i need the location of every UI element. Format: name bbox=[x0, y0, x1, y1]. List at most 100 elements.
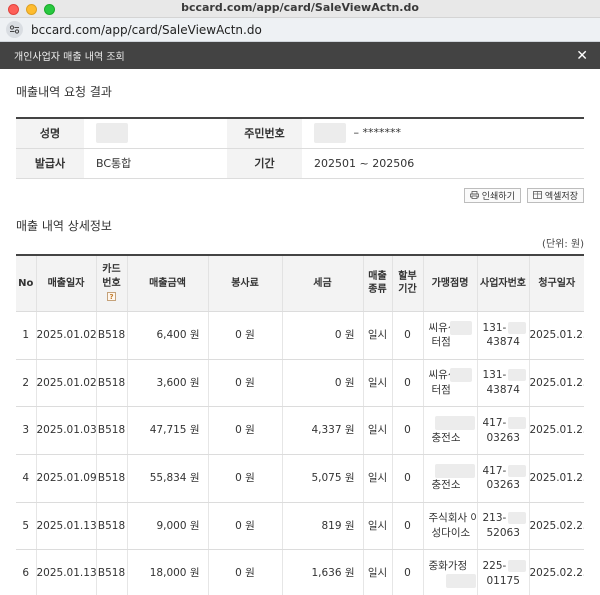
cell-amount: 3,600 원 bbox=[127, 359, 209, 408]
cell-card: B518 bbox=[96, 502, 128, 551]
cell-bizno: 417- 03263 bbox=[477, 406, 530, 456]
url-text[interactable]: bccard.com/app/card/SaleViewActn.do bbox=[31, 23, 262, 37]
cell-type: 일시 bbox=[363, 359, 393, 408]
col-no: No bbox=[16, 254, 37, 312]
redacted-bizno bbox=[508, 560, 527, 573]
printer-icon bbox=[469, 191, 479, 199]
cell-merchant: 중화가정 bbox=[423, 549, 478, 595]
col-type: 매출 종류 bbox=[363, 254, 393, 312]
cell-merchant: 충전소 bbox=[423, 454, 478, 503]
col-tax: 세금 bbox=[282, 254, 364, 312]
unit-note: (단위: 원) bbox=[542, 238, 584, 250]
cell-merchant: 씨유센터점 bbox=[423, 311, 478, 360]
cell-card: B518 bbox=[96, 549, 128, 595]
cell-tax: 0 원 bbox=[282, 359, 364, 408]
cell-service: 0 원 bbox=[208, 406, 283, 456]
cell-installment: 0 bbox=[392, 359, 424, 408]
cell-type: 일시 bbox=[363, 406, 393, 456]
redacted-rrn bbox=[314, 123, 346, 144]
issuer-label: 발급사 bbox=[16, 148, 84, 179]
cell-claim: 2025.01.25 bbox=[529, 359, 584, 408]
cell-date: 2025.01.02 bbox=[36, 311, 97, 360]
table-row: 6 2025.01.13 B518 18,000 원0 원 1,636 원 일시 0 중화가정… bbox=[16, 549, 584, 595]
cell-no: 5 bbox=[16, 502, 37, 551]
cell-installment: 0 bbox=[392, 502, 424, 551]
col-date: 매출일자 bbox=[36, 254, 97, 312]
site-settings-icon[interactable] bbox=[6, 21, 23, 38]
cell-date: 2025.01.02 bbox=[36, 359, 97, 408]
cell-card: B518 bbox=[96, 311, 128, 360]
table-row: 4 2025.01.09 B518 55,834 원0 원 5,075 원 일시 0 충전소 4… bbox=[16, 454, 584, 503]
cell-amount: 55,834 원 bbox=[127, 454, 209, 503]
cell-amount: 6,400 원 bbox=[127, 311, 209, 360]
cell-type: 일시 bbox=[363, 549, 393, 595]
cell-tax: 0 원 bbox=[282, 311, 364, 360]
close-icon[interactable]: ✕ bbox=[576, 49, 588, 63]
cell-claim: 2025.01.25 bbox=[529, 454, 584, 503]
table-header-row: No 매출일자 카드 번호 ? 매출금액 봉사료 세금 매출 종류 할부 기간 bbox=[16, 254, 584, 312]
print-button[interactable]: 인쇄하기 bbox=[463, 187, 521, 203]
cell-no: 4 bbox=[16, 454, 37, 503]
cell-amount: 47,715 원 bbox=[127, 406, 209, 456]
cell-no: 3 bbox=[16, 406, 37, 456]
address-bar[interactable]: bccard.com/app/card/SaleViewActn.do bbox=[0, 18, 600, 42]
spreadsheet-icon bbox=[532, 191, 542, 199]
redacted-bizno bbox=[508, 512, 527, 525]
cell-bizno: 213- 52063 bbox=[477, 502, 530, 551]
cell-date: 2025.01.13 bbox=[36, 502, 97, 551]
cell-date: 2025.01.09 bbox=[36, 454, 97, 503]
popup-content: 매출내역 요청 결과 성명 주민번호 – ******* 발급사 BC통합 기간… bbox=[0, 83, 600, 595]
cell-installment: 0 bbox=[392, 454, 424, 503]
redacted-bizno bbox=[508, 369, 527, 382]
cell-installment: 0 bbox=[392, 549, 424, 595]
redacted-merchant bbox=[434, 463, 475, 478]
cell-claim: 2025.02.25 bbox=[529, 549, 584, 595]
table-row: 3 2025.01.03 B518 47,715 원0 원 4,337 원 일시 0 충전소 4… bbox=[16, 406, 584, 456]
cell-tax: 1,636 원 bbox=[282, 549, 364, 595]
detail-section-title: 매출 내역 상세정보 bbox=[16, 218, 112, 233]
name-label: 성명 bbox=[16, 118, 84, 149]
request-section-title: 매출내역 요청 결과 bbox=[16, 85, 112, 99]
cell-service: 0 원 bbox=[208, 502, 283, 551]
cell-service: 0 원 bbox=[208, 311, 283, 360]
table-row: 12025.01.02B5186,400 원0 원0 원일시0씨유센터점131-… bbox=[16, 311, 584, 360]
card-help-icon[interactable]: ? bbox=[107, 291, 116, 301]
cell-type: 일시 bbox=[363, 502, 393, 551]
cell-date: 2025.01.13 bbox=[36, 549, 97, 595]
cell-type: 일시 bbox=[363, 454, 393, 503]
cell-service: 0 원 bbox=[208, 359, 283, 408]
cell-installment: 0 bbox=[392, 311, 424, 360]
window-titlebar: bccard.com/app/card/SaleViewActn.do bbox=[0, 0, 600, 18]
cell-no: 1 bbox=[16, 311, 37, 360]
cell-card: B518 bbox=[96, 359, 128, 408]
cell-no: 6 bbox=[16, 549, 37, 595]
cell-merchant: 주식회사 아 성다이소 bbox=[423, 502, 478, 551]
excel-button[interactable]: 엑셀저장 bbox=[526, 187, 584, 203]
redacted-merchant bbox=[434, 416, 475, 431]
cell-no: 2 bbox=[16, 359, 37, 408]
table-row: 22025.01.02B5183,600 원0 원0 원일시0씨유센터점131-… bbox=[16, 359, 584, 408]
col-claim: 청구일자 bbox=[529, 254, 584, 312]
cell-tax: 5,075 원 bbox=[282, 454, 364, 503]
cell-service: 0 원 bbox=[208, 549, 283, 595]
redacted-name bbox=[96, 123, 128, 144]
cell-amount: 18,000 원 bbox=[127, 549, 209, 595]
cell-service: 0 원 bbox=[208, 454, 283, 503]
cell-claim: 2025.01.25 bbox=[529, 311, 584, 360]
period-value: 202501 ~ 202506 bbox=[302, 148, 584, 179]
cell-bizno: 417- 03263 bbox=[477, 454, 530, 503]
cell-card: B518 bbox=[96, 454, 128, 503]
rrn-value: – ******* bbox=[302, 118, 584, 149]
cell-bizno: 131- 43874 bbox=[477, 311, 530, 360]
redacted-merchant bbox=[449, 320, 472, 335]
name-value bbox=[84, 118, 227, 149]
cell-bizno: 225- 01175 bbox=[477, 549, 530, 595]
table-row: 5 2025.01.13 B518 9,000 원0 원 819 원 일시 0 주식회사 아성… bbox=[16, 502, 584, 551]
col-service: 봉사료 bbox=[208, 254, 283, 312]
cell-type: 일시 bbox=[363, 311, 393, 360]
sales-detail-table: No 매출일자 카드 번호 ? 매출금액 봉사료 세금 매출 종류 할부 기간 bbox=[16, 253, 584, 595]
col-bizno: 사업자번호 bbox=[477, 254, 530, 312]
cell-claim: 2025.01.25 bbox=[529, 406, 584, 456]
cell-tax: 4,337 원 bbox=[282, 406, 364, 456]
popup-header: 개인사업자 매출 내역 조회 ✕ bbox=[0, 42, 600, 69]
